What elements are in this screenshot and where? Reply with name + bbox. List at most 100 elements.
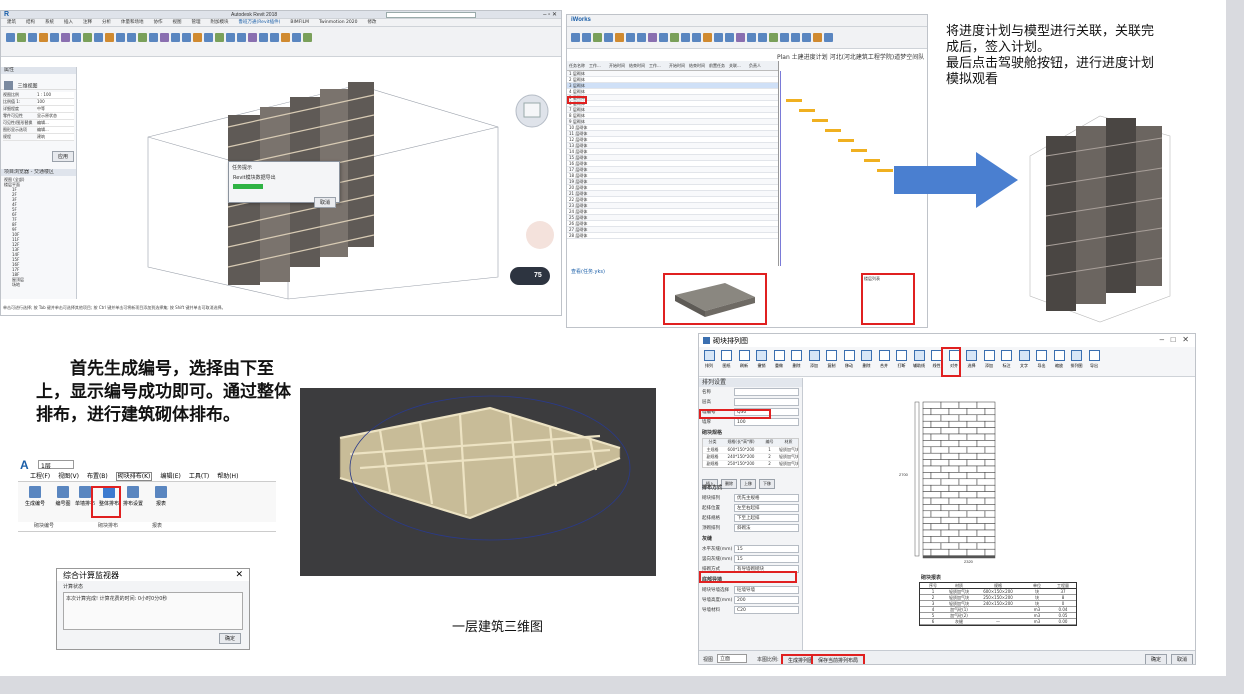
monitor-ok-button[interactable]: 确定 bbox=[218, 633, 241, 644]
toolbar-button[interactable]: 辅助线 bbox=[911, 350, 927, 369]
spec-row[interactable]: 副规格 250*150*200 2 轻质加气块 bbox=[703, 460, 798, 467]
setting-field-value[interactable] bbox=[734, 388, 799, 396]
ribbon-button[interactable]: 排布设置 bbox=[120, 486, 146, 507]
ribbon-tool-icon[interactable] bbox=[303, 33, 312, 42]
ribbon-button[interactable]: 报表 bbox=[148, 486, 174, 507]
arrange-field-value[interactable]: 左至右起排 bbox=[734, 504, 799, 512]
dialog-cancel-button[interactable]: 取消 bbox=[313, 197, 336, 208]
gantt-bar[interactable] bbox=[825, 129, 841, 132]
toolbar-button[interactable]: 缩放 bbox=[1051, 350, 1067, 369]
arrange-field-value[interactable]: 下至上起排 bbox=[734, 514, 799, 522]
toolbar-button[interactable]: 合并 bbox=[876, 350, 892, 369]
iworks-tool-icon[interactable] bbox=[692, 33, 701, 42]
revit-menu-item[interactable]: BIMFILM bbox=[290, 20, 309, 25]
toolbar-button[interactable]: 重做 bbox=[771, 350, 787, 369]
cancel-button[interactable]: 取消 bbox=[1171, 654, 1194, 664]
ribbon-tool-icon[interactable] bbox=[138, 33, 147, 42]
revit-menu-item[interactable]: 管理 bbox=[192, 20, 201, 25]
iworks-tool-icon[interactable] bbox=[637, 33, 646, 42]
gantt-bar[interactable] bbox=[851, 149, 867, 152]
iworks-tool-icon[interactable] bbox=[824, 33, 833, 42]
gantt-bar[interactable] bbox=[838, 139, 854, 142]
view-select[interactable]: 立面 bbox=[717, 654, 747, 663]
menu-item[interactable]: 工具(T) bbox=[189, 473, 209, 480]
ribbon-tool-icon[interactable] bbox=[259, 33, 268, 42]
toolbar-button[interactable]: 刷新 bbox=[736, 350, 752, 369]
gantt-bar[interactable] bbox=[877, 169, 893, 172]
ribbon-tool-icon[interactable] bbox=[50, 33, 59, 42]
iworks-tool-icon[interactable] bbox=[582, 33, 591, 42]
property-value[interactable]: 编辑... bbox=[37, 127, 74, 133]
menu-item[interactable]: 视图(V) bbox=[58, 473, 79, 480]
iworks-tool-icon[interactable] bbox=[802, 33, 811, 42]
ribbon-tool-icon[interactable] bbox=[270, 33, 279, 42]
ribbon-tool-icon[interactable] bbox=[39, 33, 48, 42]
revit-menu-item[interactable]: 体量和场地 bbox=[121, 20, 144, 25]
toolbar-button[interactable]: 移动 bbox=[841, 350, 857, 369]
revit-menu-item[interactable]: 协作 bbox=[154, 20, 163, 25]
toolbar-button[interactable]: 复制 bbox=[824, 350, 840, 369]
bottom-field-value[interactable]: 砼墙导墙 bbox=[734, 586, 799, 594]
revit-search-input[interactable] bbox=[386, 12, 476, 18]
iworks-tool-icon[interactable] bbox=[703, 33, 712, 42]
gray-field-value[interactable]: 15 bbox=[734, 545, 799, 553]
iworks-tool-icon[interactable] bbox=[747, 33, 756, 42]
column-header[interactable]: 关联... bbox=[729, 61, 749, 70]
gantt-bar[interactable] bbox=[786, 99, 802, 102]
revit-menu-item[interactable]: 插入 bbox=[64, 20, 73, 25]
spec-action-button[interactable]: 删除 bbox=[721, 479, 737, 489]
ribbon-tool-icon[interactable] bbox=[61, 33, 70, 42]
toolbar-button[interactable]: 添加 bbox=[981, 350, 997, 369]
gantt-bar[interactable] bbox=[799, 109, 815, 112]
window-controls-icon[interactable]: – □ ✕ bbox=[1160, 335, 1189, 344]
task-row[interactable]: 28 层砌体 bbox=[567, 233, 778, 239]
save-layout-button[interactable]: 保存当前排列布局 bbox=[811, 654, 866, 664]
column-header[interactable]: 任务名称 bbox=[569, 61, 589, 70]
iworks-tool-icon[interactable] bbox=[758, 33, 767, 42]
revit-menu-item[interactable]: Twinmotion 2020 bbox=[319, 20, 357, 25]
revit-logo-icon[interactable]: R bbox=[4, 11, 9, 18]
ribbon-tool-icon[interactable] bbox=[17, 33, 26, 42]
property-value[interactable]: 100 bbox=[37, 99, 74, 105]
property-value[interactable]: 1 : 100 bbox=[37, 92, 74, 98]
gantt-bar[interactable] bbox=[812, 119, 828, 122]
ribbon-tool-icon[interactable] bbox=[83, 33, 92, 42]
ribbon-tool-icon[interactable] bbox=[72, 33, 81, 42]
bottom-field-value[interactable]: C20 bbox=[734, 606, 799, 614]
spec-row[interactable]: 副规格 240*150*200 2 轻质加气块 bbox=[703, 453, 798, 460]
menu-item[interactable]: 布置(B) bbox=[87, 473, 108, 480]
toolbar-button[interactable]: 选择 bbox=[964, 350, 980, 369]
revit-menu-item[interactable]: 系统 bbox=[45, 20, 54, 25]
view-type-selector[interactable]: 三维视图 bbox=[1, 74, 76, 91]
spec-action-button[interactable]: 上移 bbox=[740, 479, 756, 489]
iworks-tool-icon[interactable] bbox=[769, 33, 778, 42]
iworks-tool-icon[interactable] bbox=[593, 33, 602, 42]
ribbon-tool-icon[interactable] bbox=[193, 33, 202, 42]
setting-field-value[interactable] bbox=[734, 398, 799, 406]
toolbar-button[interactable]: 导出 bbox=[1086, 350, 1102, 369]
apply-button[interactable]: 应用 bbox=[51, 151, 74, 162]
spec-row[interactable]: 主规格 600*150*200 1 轻质加气块 bbox=[703, 446, 798, 453]
property-value[interactable]: 编辑... bbox=[37, 120, 74, 126]
toolbar-button[interactable]: 排列 bbox=[701, 350, 717, 369]
ribbon-tool-icon[interactable] bbox=[248, 33, 257, 42]
close-icon[interactable]: ✕ bbox=[235, 569, 243, 580]
plan-link[interactable]: 查看(任务.yks) bbox=[571, 268, 605, 275]
revit-menu-item[interactable]: 视图 bbox=[173, 20, 182, 25]
revit-viewport[interactable]: 75 任务提示 Revit模块数据导出 取消 bbox=[78, 67, 561, 301]
gray-field-value[interactable]: 15 bbox=[734, 555, 799, 563]
menu-item[interactable]: 帮助(H) bbox=[217, 473, 238, 480]
menu-item[interactable]: 编辑(E) bbox=[160, 473, 180, 480]
drawing-area[interactable]: 砌块报表 序号 材质 规格 单位 工程量 1 轻质加气块 600×150×200 块 37 2 轻质加… bbox=[805, 378, 1195, 650]
iworks-tool-icon[interactable] bbox=[725, 33, 734, 42]
column-header[interactable]: 结束时间 bbox=[629, 61, 649, 70]
column-header[interactable]: 工作... bbox=[649, 61, 669, 70]
column-header[interactable]: 前置任务 bbox=[709, 61, 729, 70]
iworks-tool-icon[interactable] bbox=[681, 33, 690, 42]
ribbon-tool-icon[interactable] bbox=[182, 33, 191, 42]
ribbon-tool-icon[interactable] bbox=[94, 33, 103, 42]
ribbon-tool-icon[interactable] bbox=[281, 33, 290, 42]
revit-menu-item[interactable]: 建筑 bbox=[7, 20, 16, 25]
ribbon-tool-icon[interactable] bbox=[105, 33, 114, 42]
setting-field-value[interactable]: 100 bbox=[734, 418, 799, 426]
